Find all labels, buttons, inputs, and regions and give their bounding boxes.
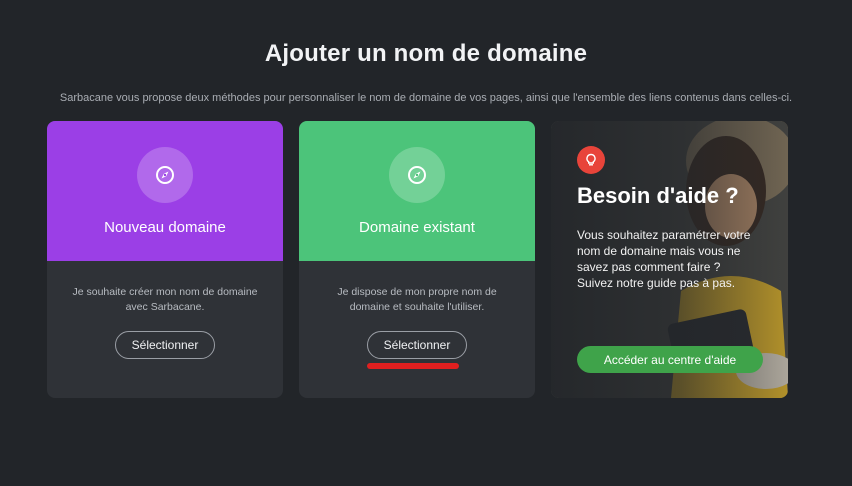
new-domain-title: Nouveau domaine <box>104 219 226 236</box>
select-existing-domain-button[interactable]: Sélectionner <box>367 331 467 359</box>
help-card: Besoin d'aide ? Vous souhaitez paramétre… <box>551 121 788 398</box>
page: Ajouter un nom de domaine Sarbacane vous… <box>0 0 852 486</box>
new-domain-card-header: Nouveau domaine <box>47 121 283 261</box>
highlight-underline <box>367 363 459 369</box>
existing-domain-card-header: Domaine existant <box>299 121 535 261</box>
compass-icon <box>137 147 193 203</box>
existing-domain-description: Je dispose de mon propre nom de domaine … <box>337 286 497 313</box>
page-title: Ajouter un nom de domaine <box>264 40 588 67</box>
help-center-button[interactable]: Accéder au centre d'aide <box>577 346 763 373</box>
lightbulb-icon <box>577 146 605 174</box>
existing-domain-title: Domaine existant <box>359 219 475 236</box>
page-subtitle: Sarbacane vous propose deux méthodes pou… <box>59 92 793 104</box>
new-domain-card: Nouveau domaine Je souhaite créer mon no… <box>47 121 283 398</box>
compass-icon <box>389 147 445 203</box>
select-new-domain-button[interactable]: Sélectionner <box>115 331 215 359</box>
existing-domain-card: Domaine existant Je dispose de mon propr… <box>299 121 535 398</box>
help-title: Besoin d'aide ? <box>577 183 739 208</box>
help-text: Vous souhaitez paramétrer votre nom de d… <box>577 228 751 290</box>
new-domain-description: Je souhaite créer mon nom de domaine ave… <box>72 286 258 313</box>
